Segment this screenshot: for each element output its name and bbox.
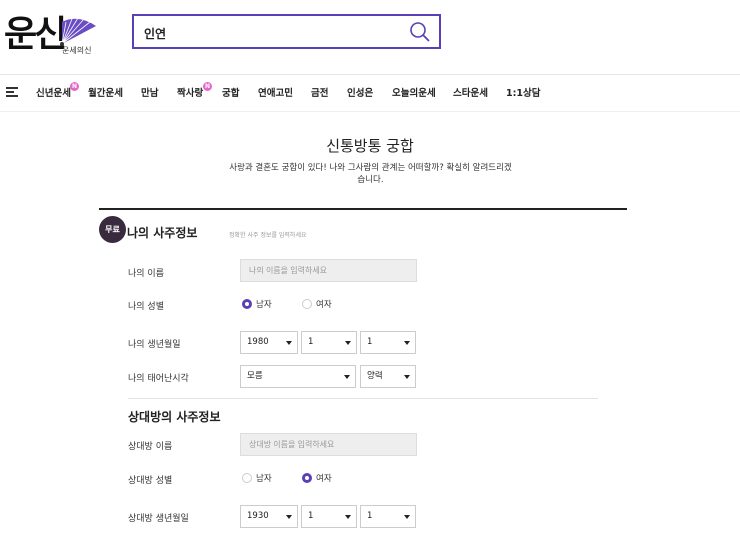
select-value: 1 [367,511,373,521]
free-badge: 무료 [99,216,126,243]
partner-gender-female-label: 여자 [316,474,332,484]
nav-item-personality[interactable]: 인성은 [347,85,373,99]
my-calendar-select[interactable]: 양력 [360,365,416,388]
my-name-label: 나의 이름 [128,269,164,279]
nav-item-love-worry[interactable]: 연애고민 [258,85,293,99]
nav-item-compatibility[interactable]: 궁합 [222,85,239,99]
select-value: 1 [367,337,373,347]
main-nav: 신년운세 N 월간운세 만남 짝사랑 N 궁합 연애고민 금전 인성은 오늘의운세 … [0,75,740,112]
nav-item-label: 월간운세 [88,88,123,99]
select-value: 1980 [247,337,269,347]
partner-birth-year-select[interactable]: 1930 [240,505,298,528]
my-birth-label: 나의 생년월일 [128,340,181,350]
my-birth-year-select[interactable]: 1980 [240,331,298,354]
my-gender-male-label: 남자 [256,300,272,310]
nav-item-money[interactable]: 금전 [311,85,328,99]
select-value: 양력 [367,371,383,381]
select-value: 1930 [247,511,269,521]
page-title: 신통방통 궁합 [326,137,414,155]
logo-text: 운신 [4,13,67,55]
partner-name-input[interactable]: 상대방 이름을 입력하세요 [240,433,417,456]
caret-down-icon [286,341,292,345]
nav-item-new-year[interactable]: 신년운세 N [36,82,79,99]
select-value: 1 [308,511,314,521]
header: 운신 운세의신 [0,0,740,75]
partner-birth-label: 상대방 생년월일 [128,514,189,524]
section-divider [128,398,598,399]
my-time-select[interactable]: 모름 [240,365,356,388]
partner-gender-male-label: 남자 [256,474,272,484]
nav-item-label: 짝사랑 [177,88,204,99]
new-badge: N [70,82,79,91]
my-section-note: 정확한 사주 정보를 입력하세요 [229,232,307,239]
nav-item-consult[interactable]: 1:1상담 [506,85,541,99]
site-logo[interactable]: 운신 운세의신 [4,12,104,62]
search-input[interactable] [142,23,396,43]
select-value: 1 [308,337,314,347]
divider [99,208,627,210]
caret-down-icon [286,515,292,519]
partner-name-label: 상대방 이름 [128,442,173,452]
partner-birth-month-select[interactable]: 1 [301,505,357,528]
nav-item-star[interactable]: 스타운세 [453,85,488,99]
nav-item-label: 신년운세 [36,88,71,99]
nav-item-meeting[interactable]: 만남 [141,85,158,99]
nav-item-label: 궁합 [222,88,240,99]
nav-item-label: 오늘의운세 [392,88,436,99]
nav-item-today[interactable]: 오늘의운세 [392,85,436,99]
caret-down-icon [404,515,410,519]
nav-item-label: 스타운세 [453,88,488,99]
search-box [132,14,441,49]
partner-section-title: 상대방의 사주정보 [128,410,221,424]
caret-down-icon [344,375,350,379]
caret-down-icon [345,515,351,519]
my-name-input[interactable]: 나의 이름을 입력하세요 [240,259,417,282]
new-badge: N [203,82,212,91]
my-gender-label: 나의 성별 [128,302,164,312]
my-gender-female-radio[interactable] [302,299,312,309]
partner-gender-male-radio[interactable] [242,473,252,483]
select-value: 모름 [247,371,263,381]
my-gender-female-label: 여자 [316,300,332,310]
fan-icon [60,17,96,46]
nav-item-label: 1:1상담 [506,88,541,99]
caret-down-icon [345,341,351,345]
my-section-title: 나의 사주정보 [127,226,198,240]
my-birth-month-select[interactable]: 1 [301,331,357,354]
partner-gender-label: 상대방 성별 [128,476,173,486]
my-birth-day-select[interactable]: 1 [360,331,416,354]
caret-down-icon [404,375,410,379]
caret-down-icon [404,341,410,345]
nav-item-crush[interactable]: 짝사랑 N [177,82,212,99]
partner-birth-day-select[interactable]: 1 [360,505,416,528]
nav-item-monthly[interactable]: 월간운세 [88,85,123,99]
my-gender-male-radio[interactable] [242,299,252,309]
nav-item-label: 연애고민 [258,88,293,99]
menu-icon[interactable] [6,87,18,97]
nav-item-label: 만남 [141,88,159,99]
nav-item-label: 인성은 [347,88,374,99]
logo-subtitle: 운세의신 [62,46,92,55]
page-description: 사랑과 결혼도 궁합이 있다! 나와 그사람의 관계는 어떠할까? 확실히 알려… [229,163,512,185]
my-time-label: 나의 태어난시각 [128,374,189,384]
partner-gender-female-radio[interactable] [302,473,312,483]
nav-item-label: 금전 [311,88,329,99]
search-icon[interactable] [409,21,431,43]
